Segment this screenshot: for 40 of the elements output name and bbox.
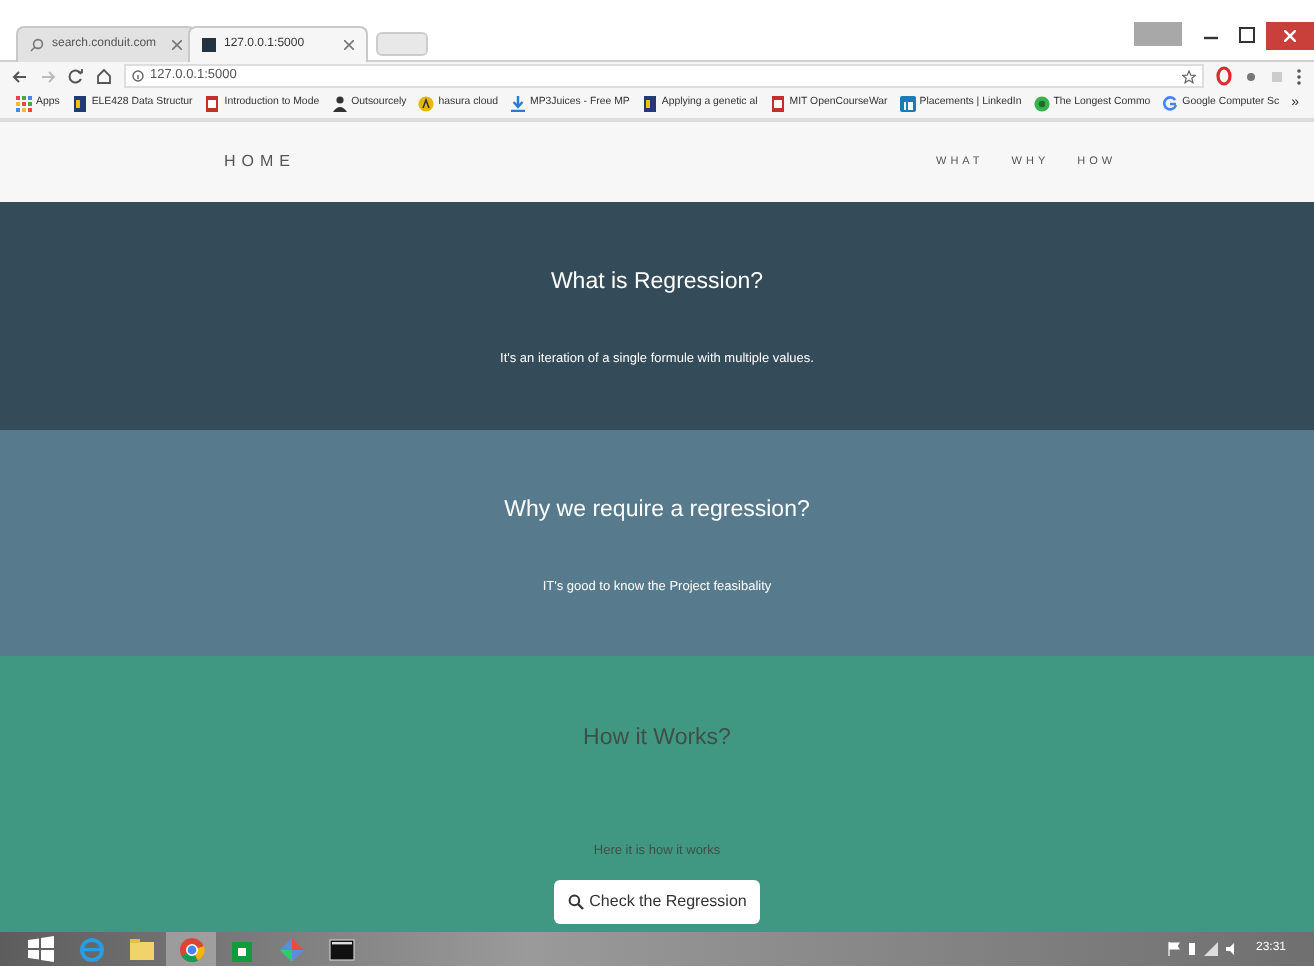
chrome-icon: [177, 935, 205, 963]
coin-icon: [418, 96, 435, 112]
circle-icon: [1033, 96, 1050, 112]
back-icon[interactable]: [12, 69, 28, 83]
battery-icon: [1187, 942, 1196, 956]
home-icon[interactable]: [96, 68, 112, 84]
close-icon: [1284, 30, 1296, 42]
document-icon: [641, 96, 658, 112]
terminal-icon: [327, 935, 355, 963]
windows-icon: [28, 936, 54, 962]
browser-icon: [77, 935, 105, 963]
book-icon: [769, 96, 786, 112]
section-title: How it Works?: [583, 726, 731, 754]
reload-icon[interactable]: [68, 68, 84, 84]
search-icon: [567, 893, 584, 910]
close-icon[interactable]: [344, 40, 354, 50]
apps-icon: [16, 96, 32, 112]
document-icon: [71, 96, 88, 112]
folder-icon: [127, 935, 155, 963]
section-title: Why we require a regression?: [504, 498, 810, 526]
page-icon: [202, 38, 216, 52]
book-icon: [204, 96, 221, 112]
close-button[interactable]: [1266, 22, 1314, 50]
star-icon[interactable]: [1182, 69, 1196, 83]
linkedin-icon: [899, 96, 916, 112]
menu-icon[interactable]: [1296, 67, 1302, 85]
search-icon: [30, 38, 44, 52]
download-icon: [510, 96, 526, 112]
check-regression-button[interactable]: Check the Regression: [553, 879, 761, 924]
diamond-icon: [277, 935, 305, 963]
signal-icon: [1203, 942, 1218, 956]
volume-icon: [1225, 942, 1240, 956]
close-icon[interactable]: [172, 40, 182, 50]
google-icon: [1162, 96, 1179, 112]
opera-icon[interactable]: [1216, 66, 1232, 86]
info-icon: [132, 70, 144, 82]
flag-icon: [1167, 942, 1180, 956]
section-title: What is Regression?: [550, 270, 764, 298]
home-link[interactable]: HOME: [224, 150, 296, 174]
person-icon: [331, 96, 348, 112]
